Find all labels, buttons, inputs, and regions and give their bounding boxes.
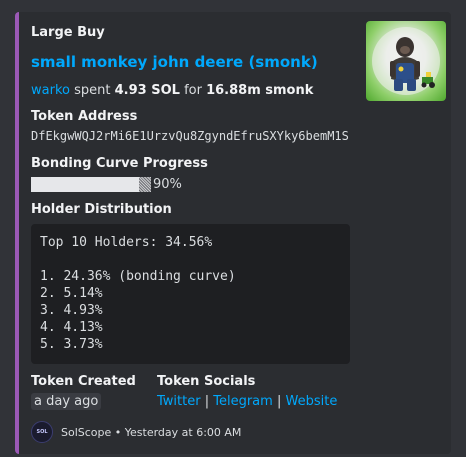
holder-distribution-codeblock: Top 10 Holders: 34.56% 1. 24.36% (bonding… bbox=[31, 224, 350, 364]
bonding-curve-label: Bonding Curve Progress bbox=[31, 156, 208, 171]
holder-line: 1. 24.36% (bonding curve) bbox=[40, 269, 236, 284]
link-separator: | bbox=[276, 394, 282, 409]
for-text: for bbox=[184, 83, 202, 98]
embed-author: Large Buy bbox=[31, 25, 105, 40]
holder-distribution-label: Holder Distribution bbox=[31, 202, 172, 217]
token-address-value[interactable]: DfEkgwWQJ2rMi6E1UrzvQu8ZgyndEfruSXYky6be… bbox=[31, 129, 349, 143]
monkey-photo-icon bbox=[372, 27, 440, 95]
holder-line: 5. 3.73% bbox=[40, 337, 103, 352]
footer-text: SolScope • Yesterday at 6:00 AM bbox=[61, 425, 242, 439]
twitter-link[interactable]: Twitter bbox=[157, 394, 201, 409]
token-amount: 16.88m smonk bbox=[206, 83, 314, 98]
trade-description: warko spent 4.93 SOL for 16.88m smonk bbox=[31, 83, 313, 98]
holder-line: 3. 4.93% bbox=[40, 303, 103, 318]
telegram-link[interactable]: Telegram bbox=[213, 394, 273, 409]
progress-bar-fill bbox=[31, 176, 139, 192]
holders-summary: Top 10 Holders: 34.56% bbox=[40, 235, 213, 250]
progress-bar-remaining bbox=[139, 176, 151, 192]
bonding-curve-progress: 90% bbox=[31, 175, 182, 193]
link-separator: | bbox=[204, 394, 210, 409]
progress-bar bbox=[31, 176, 151, 192]
solscope-logo-icon: SOL bbox=[31, 421, 53, 443]
embed-card: Large Buy small monkey john deere (smonk… bbox=[15, 12, 451, 454]
holder-line: 2. 5.14% bbox=[40, 286, 103, 301]
sol-amount: 4.93 SOL bbox=[114, 83, 180, 98]
website-link[interactable]: Website bbox=[286, 394, 338, 409]
thumbnail-image[interactable] bbox=[366, 21, 446, 101]
embed-title-link[interactable]: small monkey john deere (smonk) bbox=[31, 53, 318, 71]
progress-percent: 90% bbox=[153, 176, 182, 192]
buyer-link[interactable]: warko bbox=[31, 83, 70, 98]
spent-text: spent bbox=[74, 83, 111, 98]
token-address-label: Token Address bbox=[31, 109, 138, 124]
token-created-label: Token Created bbox=[31, 374, 136, 389]
token-socials-links: Twitter | Telegram | Website bbox=[157, 394, 337, 409]
token-created-timestamp[interactable]: a day ago bbox=[31, 393, 102, 410]
embed-footer: SOL SolScope • Yesterday at 6:00 AM bbox=[31, 421, 241, 443]
token-socials-label: Token Socials bbox=[157, 374, 256, 389]
holder-line: 4. 4.13% bbox=[40, 320, 103, 335]
